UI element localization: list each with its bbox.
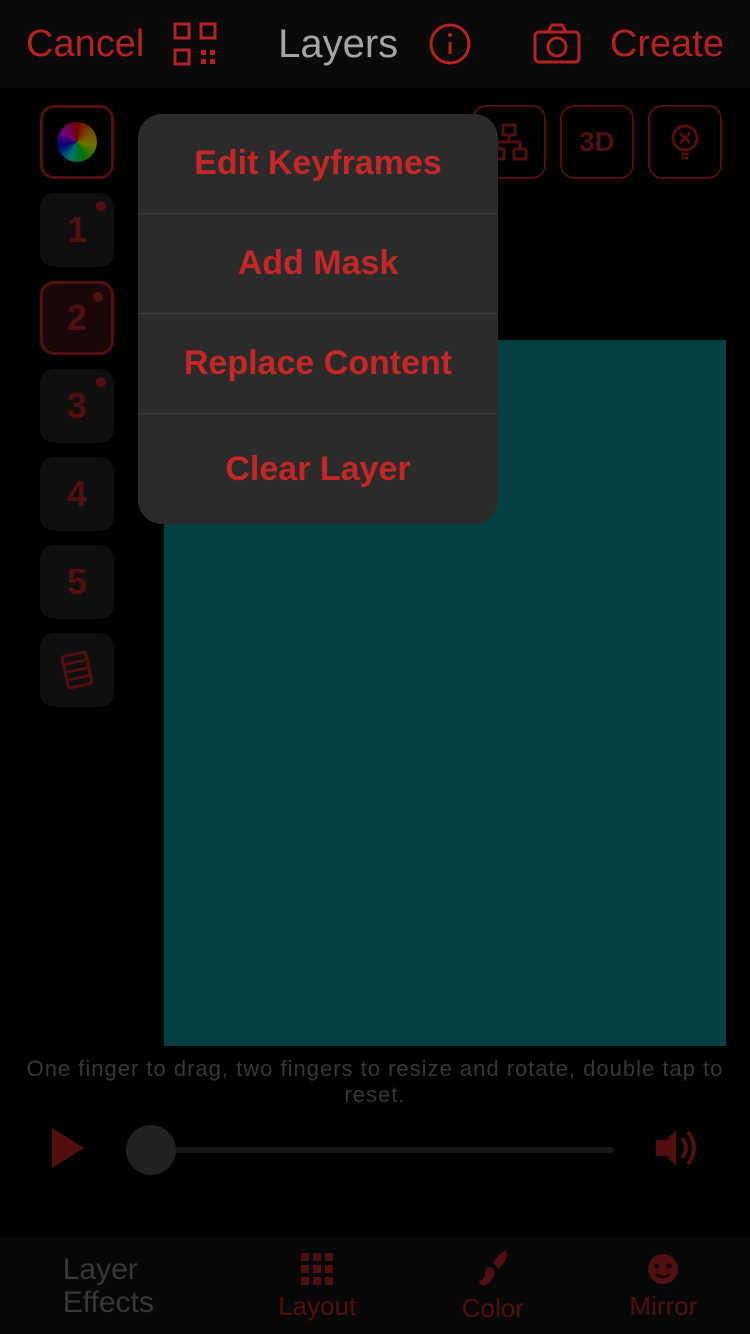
camera-icon[interactable] (532, 22, 582, 66)
menu-edit-keyframes[interactable]: Edit Keyframes (138, 114, 498, 214)
indicator-dot-icon (96, 377, 106, 387)
layer-5-button[interactable]: 5 (40, 545, 114, 619)
tab-layout[interactable]: Layout (278, 1251, 356, 1322)
gesture-hint: One finger to drag, two fingers to resiz… (0, 1056, 750, 1108)
three-d-label: 3D (579, 126, 615, 158)
bottom-tab-bar: Layer Effects Layout Color Mirror (0, 1238, 750, 1334)
layer-1-button[interactable]: 1 (40, 193, 114, 267)
brush-icon (475, 1249, 511, 1289)
layer-label: 1 (67, 209, 87, 251)
create-button[interactable]: Create (610, 23, 724, 66)
layer-label: 2 (67, 297, 87, 339)
color-wheel-icon (57, 122, 97, 162)
layer-3-button[interactable]: 3 (40, 369, 114, 443)
layer-label: 3 (67, 385, 87, 427)
play-button[interactable] (50, 1126, 86, 1175)
3d-button[interactable]: 3D (560, 105, 634, 179)
menu-add-mask[interactable]: Add Mask (138, 214, 498, 314)
page-title: Layers (278, 22, 398, 67)
timeline-slider[interactable] (126, 1147, 614, 1153)
tab-label: Mirror (629, 1291, 697, 1322)
layer-label: 4 (67, 473, 87, 515)
lightbulb-x-icon (665, 122, 705, 162)
slider-track (126, 1147, 614, 1153)
qr-icon[interactable] (172, 21, 218, 67)
filmstrip-icon (55, 648, 99, 692)
tab-label: Layout (278, 1291, 356, 1322)
color-picker-button[interactable] (40, 105, 114, 179)
indicator-dot-icon (96, 201, 106, 211)
volume-button[interactable] (654, 1128, 700, 1173)
playback-bar (0, 1115, 750, 1185)
indicator-dot-icon (93, 292, 103, 302)
tab-label: Color (462, 1293, 524, 1324)
grid-icon (299, 1251, 335, 1287)
face-icon (645, 1251, 681, 1287)
layer-label: 5 (67, 561, 87, 603)
layer-effects-label: Layer Effects (53, 1253, 173, 1319)
info-icon[interactable] (428, 22, 472, 66)
lightbulb-button[interactable] (648, 105, 722, 179)
tab-mirror[interactable]: Mirror (629, 1251, 697, 1322)
tool-buttons: 3D (472, 105, 722, 179)
menu-replace-content[interactable]: Replace Content (138, 314, 498, 414)
keyframes-button[interactable] (40, 633, 114, 707)
layer-sidebar: 1 2 3 4 5 (40, 105, 114, 707)
layer-4-button[interactable]: 4 (40, 457, 114, 531)
menu-clear-layer[interactable]: Clear Layer (138, 414, 498, 524)
tab-color[interactable]: Color (462, 1249, 524, 1324)
layer-context-menu: Edit Keyframes Add Mask Replace Content … (138, 114, 498, 524)
cancel-button[interactable]: Cancel (26, 23, 144, 66)
slider-knob[interactable] (126, 1125, 176, 1175)
layer-2-button[interactable]: 2 (40, 281, 114, 355)
top-bar: Cancel Layers (0, 0, 750, 88)
